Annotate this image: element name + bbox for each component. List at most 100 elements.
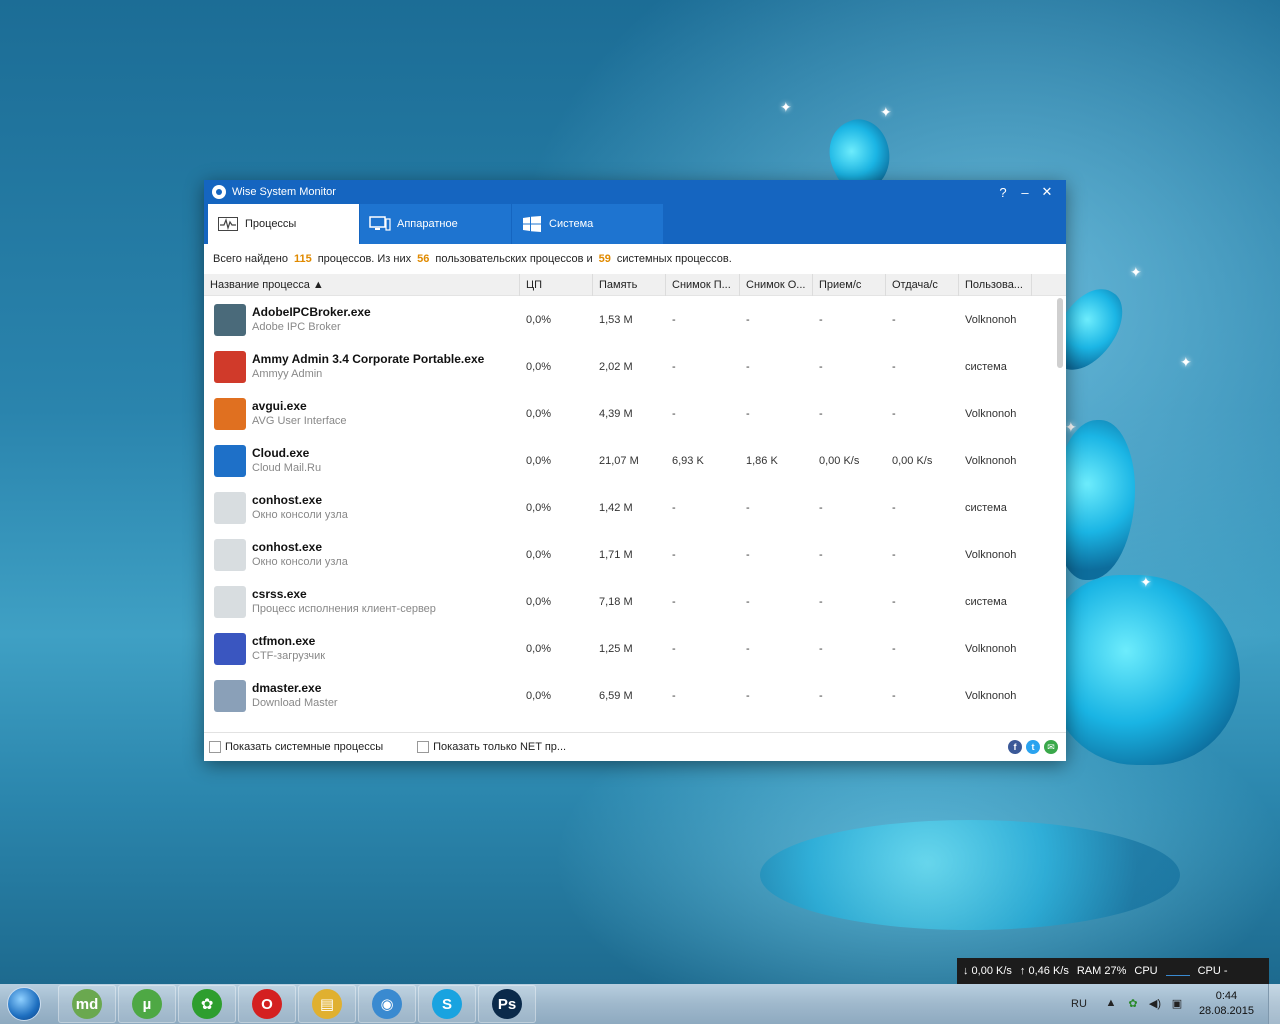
process-user: система <box>965 501 1007 514</box>
table-row[interactable]: conhost.exe Окно консоли узла 0,0% 1,42 M - -… <box>204 484 1066 531</box>
process-name-cell: Cloud.exe Cloud Mail.Ru <box>204 444 520 477</box>
process-snapshot-o: - <box>746 548 750 561</box>
checkbox-box[interactable] <box>209 741 221 753</box>
process-snapshot-p: - <box>672 642 676 655</box>
help-button[interactable]: ? <box>992 185 1014 200</box>
wallpaper-sparkle: ✦ <box>780 99 792 115</box>
process-send: 0,00 K/s <box>892 454 933 467</box>
process-icon <box>214 350 246 383</box>
column-receive[interactable]: Прием/с <box>813 273 886 296</box>
list-scrollbar[interactable] <box>1057 298 1063 368</box>
process-receive: - <box>819 689 823 702</box>
tab-hardware[interactable]: Аппаратное <box>360 204 511 244</box>
language-indicator[interactable]: RU <box>1071 998 1087 1010</box>
title-bar[interactable]: Wise System Monitor ? – ✕ <box>204 180 1066 204</box>
column-user[interactable]: Пользова... <box>959 273 1032 296</box>
explorer-icon: ▤ <box>312 989 342 1019</box>
process-send: - <box>892 407 896 420</box>
close-button[interactable]: ✕ <box>1036 184 1058 200</box>
process-list[interactable]: AdobeIPCBroker.exe Adobe IPC Broker 0,0% 1,… <box>204 296 1066 731</box>
process-description: AVG User Interface <box>252 414 347 427</box>
column-snapshot-p[interactable]: Снимок П... <box>666 273 740 296</box>
tray-app-icon[interactable]: ✿ <box>1125 997 1141 1011</box>
process-snapshot-o: - <box>746 595 750 608</box>
twitter-icon[interactable]: t <box>1026 740 1040 754</box>
table-row[interactable]: avgui.exe AVG User Interface 0,0% 4,39 M - - -… <box>204 390 1066 437</box>
process-receive: 0,00 K/s <box>819 454 860 467</box>
show-net-only-label: Показать только NET пр... <box>433 741 567 753</box>
checkbox-box[interactable] <box>417 741 430 753</box>
skype-button[interactable]: S <box>418 985 476 1023</box>
process-icon <box>214 397 246 430</box>
clock-time: 0:44 <box>1215 990 1238 1002</box>
process-icon <box>214 491 246 524</box>
network-stats-bar: ↓ 0,00 K/s ↑ 0,46 K/s RAM 27% CPU CPU - <box>957 958 1269 984</box>
process-snapshot-o: - <box>746 360 750 373</box>
minimize-button[interactable]: – <box>1014 185 1036 200</box>
tab-system[interactable]: Система <box>512 204 663 244</box>
show-system-processes-checkbox[interactable]: Показать системные процессы <box>209 741 383 753</box>
column-snapshot-o[interactable]: Снимок О... <box>740 273 813 296</box>
process-cpu: 0,0% <box>526 689 552 702</box>
show-hidden-icons-icon[interactable]: ▲ <box>1103 997 1119 1011</box>
process-cpu: 0,0% <box>526 360 552 373</box>
opera-button[interactable]: O <box>238 985 296 1023</box>
table-row[interactable]: AdobeIPCBroker.exe Adobe IPC Broker 0,0% 1,… <box>204 296 1066 343</box>
process-send: - <box>892 313 896 326</box>
taskbar-apps: md µ ✿ O ▤ ◉ S Ps <box>58 985 538 1023</box>
table-row[interactable]: conhost.exe Окно консоли узла 0,0% 1,71 M - -… <box>204 531 1066 578</box>
facebook-icon[interactable]: f <box>1008 740 1022 754</box>
tab-bar: Процессы Аппаратное Система <box>204 204 1066 244</box>
tab-processes[interactable]: Процессы <box>208 204 359 244</box>
network-icon[interactable]: ▣ <box>1169 997 1185 1011</box>
table-row[interactable]: Cloud.exe Cloud Mail.Ru 0,0% 21,07 M 6,93 K 1… <box>204 437 1066 484</box>
process-snapshot-o: 1,86 K <box>746 454 778 467</box>
process-cpu: 0,0% <box>526 548 552 561</box>
table-row[interactable]: ctfmon.exe CTF-загрузчик 0,0% 1,25 M - - - - Vol… <box>204 625 1066 672</box>
process-snapshot-p: 6,93 K <box>672 454 704 467</box>
process-name: conhost.exe <box>252 492 323 507</box>
cpu-usage-1: CPU <box>1134 965 1158 977</box>
clock-date: 28.08.2015 <box>1198 1005 1254 1017</box>
process-receive: - <box>819 407 823 420</box>
wise-monitor-button[interactable]: ◉ <box>358 985 416 1023</box>
skype-icon: S <box>432 989 462 1019</box>
icq-button[interactable]: ✿ <box>178 985 236 1023</box>
process-name-cell: conhost.exe Окно консоли узла <box>204 491 520 524</box>
process-memory: 1,53 M <box>599 313 633 326</box>
process-description: CTF-загрузчик <box>252 649 326 662</box>
table-row[interactable]: csrss.exe Процесс исполнения клиент-серве… <box>204 578 1066 625</box>
process-user: Volknonoh <box>965 689 1017 702</box>
wallpaper-butterfly-reflection <box>760 820 1180 930</box>
column-memory[interactable]: Память <box>593 273 666 296</box>
show-desktop-button[interactable] <box>1268 984 1280 1024</box>
column-send[interactable]: Отдача/с <box>886 273 959 296</box>
tab-hardware-label: Аппаратное <box>397 218 458 230</box>
email-icon[interactable]: ✉ <box>1044 740 1058 754</box>
download-speed: ↓ 0,00 K/s <box>963 965 1012 977</box>
ram-usage: RAM 27% <box>1076 965 1127 977</box>
wise-monitor-icon: ◉ <box>372 989 402 1019</box>
table-row[interactable]: dmaster.exe Download Master 0,0% 6,59 M - - - -… <box>204 672 1066 719</box>
clock[interactable]: 0:44 28.08.2015 <box>1199 989 1254 1019</box>
volume-icon[interactable]: ◀) <box>1147 997 1163 1011</box>
column-cpu[interactable]: ЦП <box>520 273 593 296</box>
wallpaper-sparkle: ✦ <box>1140 574 1152 590</box>
start-button[interactable] <box>0 984 48 1024</box>
table-row[interactable]: Ammy Admin 3.4 Corporate Portable.exe Amm… <box>204 343 1066 390</box>
icq-icon: ✿ <box>192 989 222 1019</box>
mediaget-button[interactable]: md <box>58 985 116 1023</box>
explorer-button[interactable]: ▤ <box>298 985 356 1023</box>
show-net-only-checkbox[interactable]: Показать только NET пр... <box>417 741 566 753</box>
process-user: Volknonoh <box>965 313 1017 326</box>
summary-mid1: процессов. Из них <box>317 253 412 265</box>
photoshop-button[interactable]: Ps <box>478 985 536 1023</box>
mediaget-icon: md <box>72 989 102 1019</box>
column-process-name[interactable]: Название процесса ▲ <box>204 273 520 296</box>
summary-mid2: пользовательских процессов и <box>435 253 593 265</box>
summary-prefix: Всего найдено <box>213 253 288 265</box>
activity-icon <box>217 216 239 232</box>
process-name: avgui.exe <box>252 398 307 413</box>
app-logo-icon <box>212 185 226 199</box>
utorrent-button[interactable]: µ <box>118 985 176 1023</box>
